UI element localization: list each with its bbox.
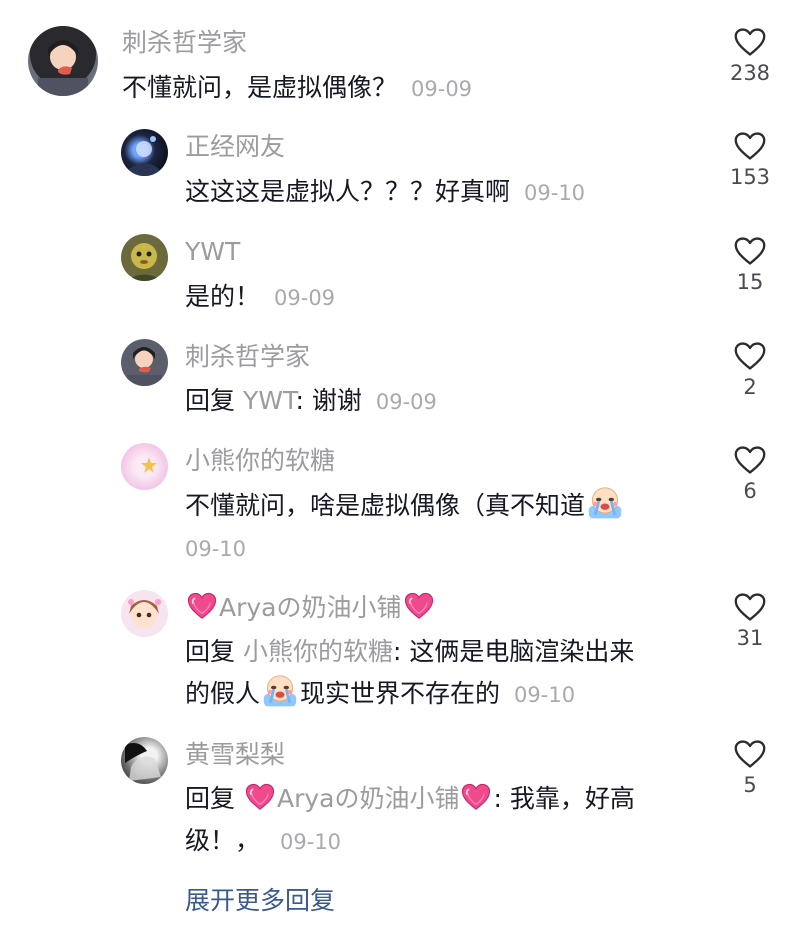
like-button[interactable]: 5 bbox=[710, 739, 790, 799]
reply-text-content: 这这这是虚拟人？？？好真啊 bbox=[185, 177, 511, 206]
like-count: 2 bbox=[743, 375, 757, 399]
heart-outline-icon bbox=[734, 131, 766, 161]
pink-heart-emoji-icon bbox=[404, 592, 434, 620]
avatar[interactable] bbox=[121, 129, 168, 176]
reply-author[interactable]: 黄雪梨梨 bbox=[185, 739, 285, 771]
reply-date: 09-10 bbox=[185, 537, 247, 561]
heart-outline-icon bbox=[734, 236, 766, 266]
like-count: 6 bbox=[743, 479, 757, 503]
like-count: 15 bbox=[736, 270, 764, 294]
crying-face-emoji-icon bbox=[262, 674, 298, 710]
like-count: 153 bbox=[729, 165, 771, 189]
reply-text-content: 是的！ bbox=[185, 282, 261, 311]
heart-outline-icon bbox=[734, 739, 766, 769]
reply-author[interactable]: Aryaの奶油小铺 bbox=[185, 592, 436, 624]
heart-outline-icon bbox=[734, 445, 766, 475]
reply-prefix: 回复 bbox=[185, 784, 236, 813]
reply-date: 09-10 bbox=[524, 181, 586, 205]
pink-heart-emoji-icon bbox=[461, 783, 491, 811]
heart-outline-icon bbox=[734, 592, 766, 622]
comment-author[interactable]: 刺杀哲学家 bbox=[122, 27, 247, 59]
reply-mention[interactable]: YWT bbox=[243, 386, 296, 415]
avatar[interactable] bbox=[121, 443, 168, 490]
reply-text: 回复 小熊你的软糖: 这俩是电脑渲染出来 bbox=[185, 628, 634, 676]
like-button[interactable]: 31 bbox=[710, 592, 790, 652]
reply-text: 这这这是虚拟人？？？好真啊 09-10 bbox=[185, 168, 585, 217]
like-button[interactable]: 238 bbox=[710, 27, 790, 87]
reply-text: 不懂就问，啥是虚拟偶像（真不知道 bbox=[185, 482, 625, 530]
reply-text-continued: 的假人 现实世界不存在的 09-10 bbox=[185, 670, 575, 719]
crying-face-emoji-icon bbox=[587, 486, 623, 522]
like-button[interactable]: 153 bbox=[710, 131, 790, 191]
reply-text: 回复 YWT: 谢谢 09-09 bbox=[185, 377, 437, 426]
avatar-image bbox=[127, 347, 162, 386]
avatar[interactable] bbox=[121, 339, 168, 386]
reply-text-continued: 级！， 09-10 bbox=[185, 817, 341, 866]
reply-text-content: : 谢谢 bbox=[295, 386, 362, 415]
reply-author[interactable]: 刺杀哲学家 bbox=[185, 341, 310, 373]
avatar-image bbox=[38, 40, 88, 96]
expand-more-replies-link[interactable]: 展开更多回复 bbox=[185, 883, 335, 919]
reply-text-content: : 我靠，好高 bbox=[493, 784, 635, 813]
reply-text-content: 级！， bbox=[185, 826, 261, 855]
avatar[interactable] bbox=[121, 234, 168, 281]
avatar[interactable] bbox=[28, 26, 98, 96]
reply-text: 回复 Aryaの奶油小铺 : 我靠，好高 bbox=[185, 775, 635, 823]
reply-text-content: : 这俩是电脑渲染出来 bbox=[392, 637, 635, 666]
reply-mention[interactable]: 小熊你的软糖 bbox=[243, 637, 393, 666]
pink-heart-emoji-icon bbox=[187, 592, 217, 620]
reply-author[interactable]: 小熊你的软糖 bbox=[185, 445, 335, 477]
reply-author[interactable]: YWT bbox=[185, 236, 240, 268]
reply-text-content: 现实世界不存在的 bbox=[300, 679, 501, 708]
like-count: 5 bbox=[743, 773, 757, 797]
comment-text-content: 不懂就问，是虚拟偶像？ bbox=[122, 73, 398, 102]
comment-date: 09-09 bbox=[411, 77, 473, 101]
like-button[interactable]: 6 bbox=[710, 445, 790, 505]
reply-prefix: 回复 bbox=[185, 386, 236, 415]
like-button[interactable]: 2 bbox=[710, 341, 790, 401]
like-count: 238 bbox=[729, 61, 771, 85]
reply-mention-name: Aryaの奶油小铺 bbox=[276, 784, 460, 813]
reply-date: 09-09 bbox=[274, 286, 336, 310]
reply-mention[interactable]: Aryaの奶油小铺 bbox=[243, 784, 494, 813]
reply-text-content: 的假人 bbox=[185, 679, 261, 708]
reply-text: 是的！ 09-09 bbox=[185, 273, 335, 322]
heart-outline-icon bbox=[734, 341, 766, 371]
avatar-image bbox=[125, 743, 161, 781]
reply-date-line: 09-10 bbox=[185, 524, 246, 573]
comment-text: 不懂就问，是虚拟偶像？ 09-09 bbox=[122, 64, 472, 113]
avatar-image bbox=[141, 457, 157, 473]
avatar[interactable] bbox=[121, 737, 168, 784]
avatar-image bbox=[126, 243, 163, 281]
avatar-image bbox=[129, 136, 159, 176]
reply-date: 09-10 bbox=[514, 683, 576, 707]
pink-heart-emoji-icon bbox=[245, 783, 275, 811]
avatar[interactable] bbox=[121, 590, 168, 637]
reply-author[interactable]: 正经网友 bbox=[185, 131, 285, 163]
avatar-image bbox=[128, 599, 161, 628]
reply-prefix: 回复 bbox=[185, 637, 236, 666]
reply-text-content: 不懂就问，啥是虚拟偶像（真不知道 bbox=[185, 491, 586, 520]
like-count: 31 bbox=[736, 626, 764, 650]
heart-outline-icon bbox=[734, 27, 766, 57]
like-button[interactable]: 15 bbox=[710, 236, 790, 296]
reply-date: 09-09 bbox=[375, 390, 437, 414]
reply-date: 09-10 bbox=[280, 830, 342, 854]
reply-author-name: Aryaの奶油小铺 bbox=[219, 593, 402, 622]
